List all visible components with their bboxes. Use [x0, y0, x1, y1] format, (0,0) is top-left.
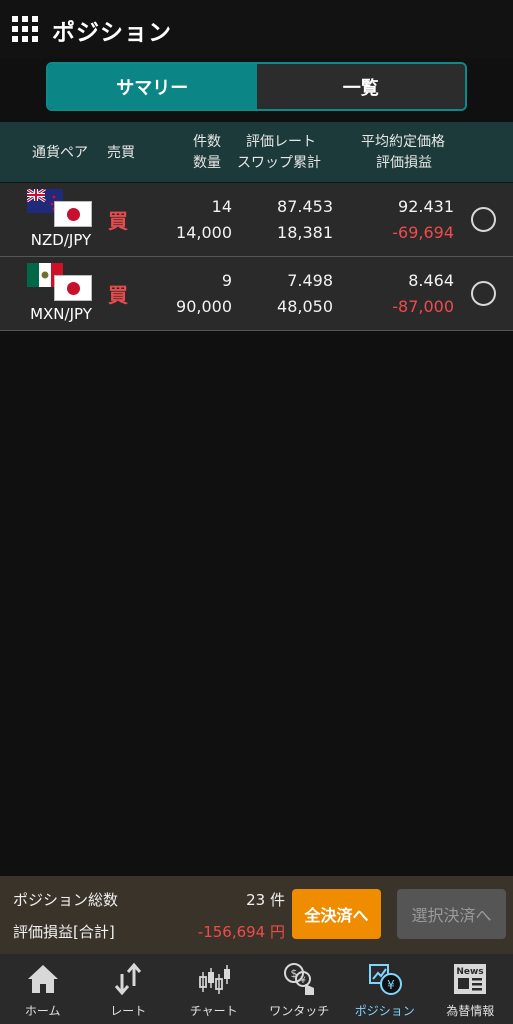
col-swap: スワップ累計	[237, 155, 321, 171]
col-quantity: 数量	[193, 155, 221, 171]
settle-selected-button[interactable]: 選択決済へ	[397, 889, 506, 939]
nav-chart[interactable]: チャート	[171, 954, 257, 1024]
rate-value: 7.498	[287, 271, 333, 290]
quantity-value: 14,000	[176, 223, 232, 242]
nav-position[interactable]: ¥ ポジション	[342, 954, 428, 1024]
nav-rate[interactable]: レート	[86, 954, 172, 1024]
tab-summary[interactable]: サマリー	[48, 64, 257, 109]
table-row[interactable]: MXN/JPY 買 9 90,000 7.498 48,050 8.464 -8…	[0, 257, 513, 331]
bottom-nav: ホーム レート チャート $ ¥ ワンタッチ ¥ ポジション News 為替情報	[0, 954, 513, 1024]
quantity-value: 90,000	[176, 297, 232, 316]
flag-pair	[24, 189, 96, 229]
col-pair: 通貨ペア	[32, 145, 88, 161]
jp-flag-icon	[54, 201, 92, 227]
swap-value: 18,381	[277, 223, 333, 242]
col-avg-price: 平均約定価格	[361, 134, 445, 150]
avg-price-value: 8.464	[408, 271, 454, 290]
nav-label: チャート	[189, 1004, 238, 1018]
nav-label: ワンタッチ	[269, 1004, 330, 1018]
page-title: ポジション	[52, 20, 172, 46]
app-header: ポジション	[0, 0, 513, 58]
home-icon	[27, 965, 58, 993]
count-value: 14	[211, 197, 232, 216]
total-positions-label: ポジション総数	[13, 891, 119, 909]
table-row[interactable]: NZD/JPY 買 14 14,000 87.453 18,381 92.431…	[0, 183, 513, 257]
avg-price-value: 92.431	[398, 197, 454, 216]
tab-list[interactable]: 一覧	[256, 64, 465, 109]
count-value: 9	[221, 271, 232, 290]
total-pnl-value: -156,694 円	[197, 923, 285, 941]
svg-text:News: News	[457, 967, 484, 977]
nav-label: 為替情報	[446, 1004, 495, 1018]
side-buy: 買	[108, 209, 128, 233]
nav-label: ポジション	[354, 1004, 415, 1018]
select-radio[interactable]	[471, 207, 496, 232]
pnl-value: -69,694	[392, 223, 454, 242]
col-side: 売買	[107, 145, 135, 161]
pnl-value: -87,000	[392, 297, 454, 316]
nav-label: ホーム	[24, 1004, 61, 1018]
side-buy: 買	[108, 283, 128, 307]
table-header: 通貨ペア 売買 件数 数量 評価レート スワップ累計 平均約定価格 評価損益	[0, 122, 513, 182]
candlestick-chart-icon	[198, 965, 230, 994]
select-radio[interactable]	[471, 281, 496, 306]
total-pnl-label: 評価損益[合計]	[13, 923, 115, 941]
summary-bar: ポジション総数 23 件 評価損益[合計] -156,694 円 全決済へ 選択…	[0, 876, 513, 954]
pair-name: MXN/JPY	[30, 305, 92, 323]
news-icon: News	[454, 964, 487, 994]
jp-flag-icon	[54, 275, 92, 301]
nav-news[interactable]: News 為替情報	[428, 954, 513, 1024]
grid-menu-icon[interactable]	[12, 16, 38, 42]
nav-home[interactable]: ホーム	[0, 954, 86, 1024]
total-positions-value: 23 件	[246, 891, 285, 909]
col-pnl: 評価損益	[376, 155, 432, 171]
col-rate: 評価レート	[246, 134, 316, 150]
swap-value: 48,050	[277, 297, 333, 316]
rate-value: 87.453	[277, 197, 333, 216]
flag-pair	[24, 263, 96, 303]
nav-label: レート	[110, 1004, 147, 1018]
view-tabs: サマリー 一覧	[46, 62, 467, 111]
nav-one-touch[interactable]: $ ¥ ワンタッチ	[257, 954, 343, 1024]
one-touch-icon: $ ¥	[284, 963, 315, 995]
col-count: 件数	[193, 134, 221, 150]
svg-text:¥: ¥	[387, 978, 395, 992]
rate-arrows-icon	[115, 962, 142, 996]
position-icon: ¥	[368, 964, 402, 995]
pair-name: NZD/JPY	[30, 231, 92, 249]
settle-all-button[interactable]: 全決済へ	[292, 889, 381, 939]
